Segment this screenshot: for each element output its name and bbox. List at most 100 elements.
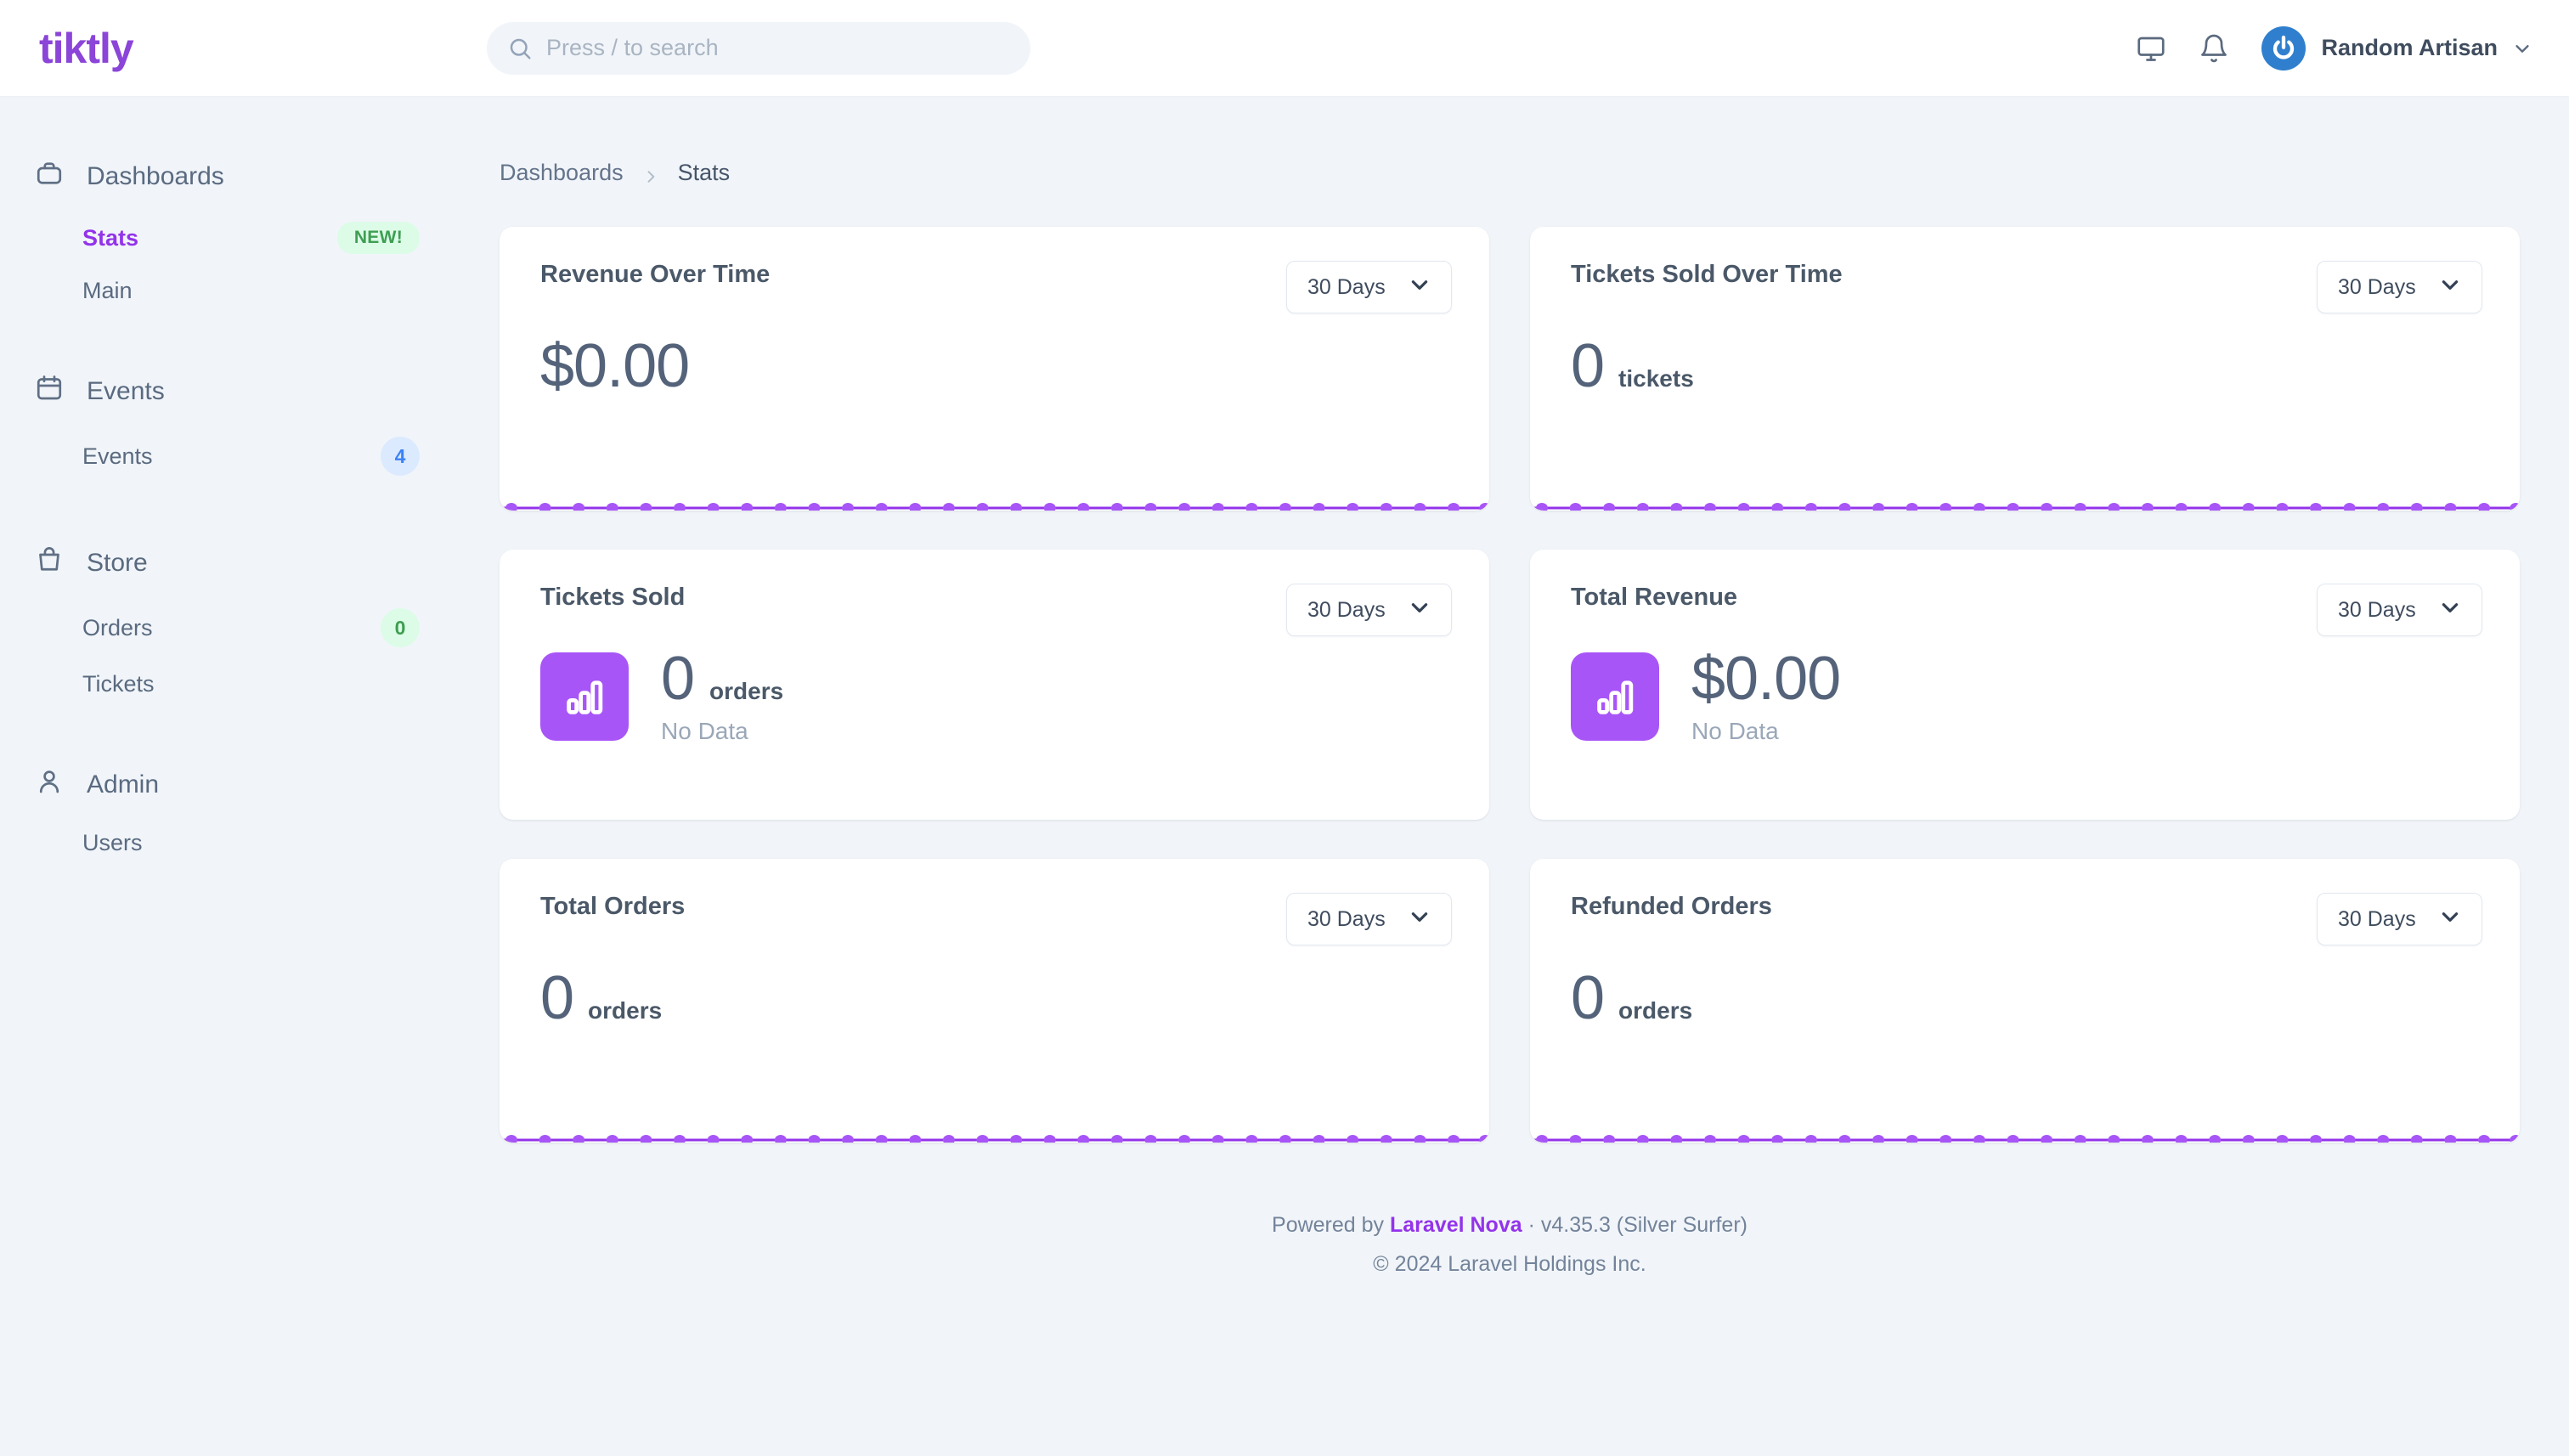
chevron-right-icon (642, 165, 659, 183)
sidebar: Dashboards Stats NEW! Main Events Events… (0, 97, 486, 1456)
chevron-down-icon (2439, 274, 2461, 302)
user-icon (34, 766, 65, 804)
sidebar-item-users[interactable]: Users (0, 818, 486, 868)
metric-value: 0 (540, 964, 574, 1032)
range-value: 30 Days (1307, 597, 1386, 622)
sidebar-item-orders[interactable]: Orders 0 (0, 596, 486, 659)
card-title: Total Revenue (1571, 584, 1738, 611)
nav-section-admin: Admin Users (0, 752, 486, 868)
nav-header-label: Events (87, 377, 165, 405)
range-value: 30 Days (2338, 906, 2416, 931)
card-header: Refunded Orders 30 Days (1530, 859, 2520, 945)
global-search[interactable] (487, 21, 1030, 75)
sidebar-item-label: Main (82, 278, 133, 303)
nav-header-events[interactable]: Events (0, 358, 486, 425)
card-body: 0 orders (500, 945, 1489, 1029)
card-total-orders: Total Orders 30 Days 0 orders (500, 859, 1489, 1143)
bar-chart-icon (1571, 652, 1659, 741)
status-badge-count: 4 (381, 437, 420, 476)
sidebar-item-label: Orders (82, 614, 153, 641)
range-select-revenue-over-time[interactable]: 30 Days (1286, 261, 1452, 313)
metric-unit: tickets (1618, 365, 1694, 392)
metric-subtext: No Data (661, 718, 748, 744)
metric-unit: orders (709, 678, 784, 704)
nav-header-dashboards[interactable]: Dashboards (0, 144, 486, 210)
range-select-tickets-sold-over-time[interactable]: 30 Days (2317, 261, 2482, 313)
metric-value-row: 0 tickets (1571, 336, 2479, 397)
metric-value: 0 (1571, 332, 1605, 400)
sparkline-chart-revenue (500, 477, 1489, 511)
footer-copyright: © 2024 Laravel Holdings Inc. (1373, 1252, 1646, 1277)
metric-unit: orders (1618, 997, 1693, 1024)
bell-icon[interactable] (2199, 33, 2229, 64)
range-select-refunded-orders[interactable]: 30 Days (2317, 893, 2482, 945)
card-header: Tickets Sold Over Time 30 Days (1530, 227, 2520, 313)
monitor-icon[interactable] (2136, 33, 2166, 64)
metric-value-row: 0 orders (1571, 968, 2479, 1029)
range-select-total-orders[interactable]: 30 Days (1286, 893, 1452, 945)
metric-value: 0 (661, 645, 695, 713)
sidebar-item-tickets[interactable]: Tickets (0, 659, 486, 709)
breadcrumb-parent[interactable]: Dashboards (500, 160, 624, 186)
top-bar-actions: Random Artisan (2136, 25, 2532, 71)
sidebar-item-events[interactable]: Events 4 (0, 425, 486, 488)
nav-header-label: Admin (87, 770, 160, 799)
metric-subtext: No Data (1691, 718, 1779, 744)
range-select-tickets-sold[interactable]: 30 Days (1286, 584, 1452, 636)
card-body: 0 orders (1530, 945, 2520, 1029)
card-title: Refunded Orders (1571, 893, 1772, 920)
range-value: 30 Days (2338, 274, 2416, 299)
metric-text: $0.00 No Data (1691, 648, 1855, 745)
card-header: Revenue Over Time 30 Days (500, 227, 1489, 313)
card-title: Total Orders (540, 893, 686, 920)
card-title: Tickets Sold Over Time (1571, 261, 1843, 288)
footer-powered-prefix: Powered by (1272, 1213, 1390, 1237)
card-header: Tickets Sold 30 Days (500, 550, 1489, 636)
card-body: 0 orders No Data (500, 636, 1489, 745)
breadcrumb-current: Stats (677, 160, 731, 185)
top-bar: tiktly Press / to search Random Artisan (0, 0, 2569, 97)
sidebar-item-label: Events (82, 443, 153, 469)
sparkline-chart-total-orders (500, 1109, 1489, 1143)
nav-section-events: Events Events 4 (0, 358, 486, 488)
app-logo[interactable]: tiktly (0, 24, 195, 73)
card-header: Total Revenue 30 Days (1530, 550, 2520, 636)
user-menu[interactable]: Random Artisan (2261, 25, 2532, 71)
chevron-down-icon (1409, 274, 1431, 302)
nav-header-label: Store (87, 549, 148, 577)
user-name: Random Artisan (2321, 35, 2498, 60)
range-value: 30 Days (2338, 597, 2416, 622)
status-badge-new: NEW! (336, 222, 420, 254)
search-input[interactable] (546, 35, 1010, 61)
nav-section-store: Store Orders 0 Tickets (0, 530, 486, 709)
nav-header-store[interactable]: Store (0, 530, 486, 596)
metric-value-row: 0 orders (540, 968, 1448, 1029)
range-select-total-revenue[interactable]: 30 Days (2317, 584, 2482, 636)
briefcase-icon (34, 158, 65, 195)
sidebar-item-stats[interactable]: Stats NEW! (0, 210, 486, 266)
metrics-grid: Revenue Over Time 30 Days $0.00 Tickets … (500, 227, 2520, 1143)
metric-value-row: 0 orders (661, 648, 783, 709)
nav-section-dashboards: Dashboards Stats NEW! Main (0, 144, 486, 316)
laravel-nova-link[interactable]: Laravel Nova (1390, 1213, 1522, 1237)
card-body: $0.00 (500, 313, 1489, 397)
card-title: Revenue Over Time (540, 261, 771, 288)
range-value: 30 Days (1307, 906, 1386, 931)
range-value: 30 Days (1307, 274, 1386, 299)
chevron-down-icon (2513, 39, 2532, 58)
sidebar-item-main[interactable]: Main (0, 266, 486, 316)
nav-header-admin[interactable]: Admin (0, 752, 486, 818)
chevron-down-icon (1409, 596, 1431, 624)
bar-chart-icon (540, 652, 629, 741)
sidebar-item-label: Stats (82, 224, 139, 251)
search-icon (507, 36, 533, 61)
card-tickets-sold-over-time: Tickets Sold Over Time 30 Days 0 tickets (1530, 227, 2520, 511)
avatar (2261, 25, 2306, 71)
sidebar-item-label: Tickets (82, 671, 155, 697)
sparkline-chart-tickets (1530, 477, 2520, 511)
footer-version: · v4.35.3 (Silver Surfer) (1522, 1213, 1747, 1237)
chevron-down-icon (2439, 596, 2461, 624)
nav-header-label: Dashboards (87, 162, 224, 190)
